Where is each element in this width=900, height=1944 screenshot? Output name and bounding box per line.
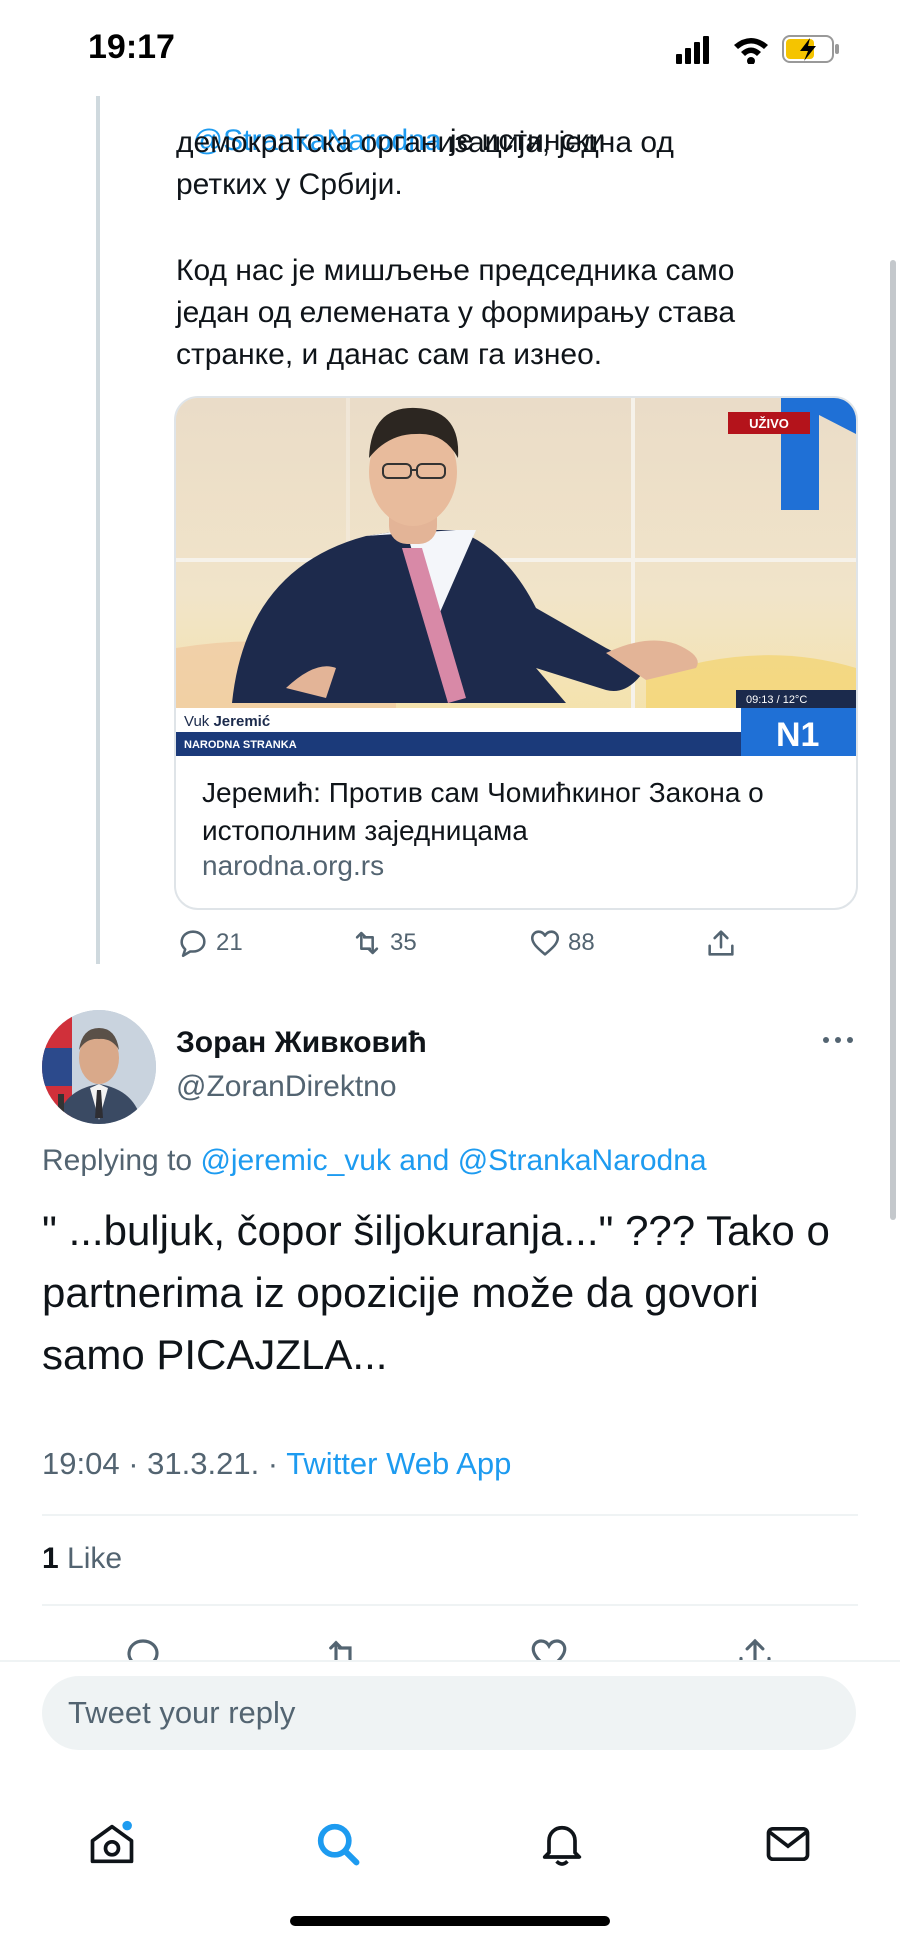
share-icon xyxy=(708,930,734,956)
likes-summary[interactable]: 1 Like xyxy=(42,1542,122,1576)
status-bar: 19:17 xyxy=(0,0,900,96)
quoted-tweet-text-1: демократска организација, једна од ретки… xyxy=(176,126,674,201)
channel-logo: N1 xyxy=(776,716,819,754)
wifi-icon xyxy=(734,38,768,64)
search-icon xyxy=(317,1823,360,1866)
clock-text: 09:13 / 12°C xyxy=(746,694,807,706)
home-indicator xyxy=(290,1916,610,1926)
author-handle[interactable]: @ZoranDirektno xyxy=(176,1070,397,1104)
tab-notifications[interactable] xyxy=(530,1812,594,1876)
replying-user-link-1[interactable]: @jeremic_vuk xyxy=(200,1144,391,1177)
home-icon xyxy=(90,1820,134,1864)
tweet-date: 31.3.21. xyxy=(147,1446,260,1481)
card-title[interactable]: Јеремић: Против сам Чомићкиног Закона о … xyxy=(202,774,842,850)
share-action[interactable] xyxy=(704,926,738,960)
avatar-image xyxy=(42,1010,156,1124)
heart-icon[interactable] xyxy=(528,1634,570,1660)
tweet-text: " ...buljuk, čopor šiljokuranja..." ??? … xyxy=(42,1207,830,1378)
reply-icon xyxy=(180,930,206,958)
likes-label: Like xyxy=(67,1542,123,1575)
link-card[interactable]: UŽIVO Vuk Jeremić NARODNA STRANKA 09:13 … xyxy=(174,396,858,910)
reply-input[interactable] xyxy=(42,1676,856,1750)
heart-icon xyxy=(530,930,560,956)
tv-still-image: UŽIVO Vuk Jeremić NARODNA STRANKA 09:13 … xyxy=(176,398,856,756)
thread-line xyxy=(96,96,100,964)
avatar[interactable] xyxy=(42,1010,156,1124)
like-action[interactable]: 88 xyxy=(528,926,595,960)
battery-charging-icon xyxy=(782,35,839,63)
like-count: 88 xyxy=(568,929,595,956)
author-name[interactable]: Зоран Живковић xyxy=(176,1026,427,1060)
retweet-icon xyxy=(355,931,379,955)
card-domain: narodna.org.rs xyxy=(202,850,385,881)
tweet-source-link[interactable]: Twitter Web App xyxy=(286,1446,511,1481)
replying-to: Replying to @jeremic_vuk and @StrankaNar… xyxy=(42,1144,707,1177)
status-time: 19:17 xyxy=(88,28,175,66)
tweet-timestamp: 19:04 · 31.3.21. · Twitter Web App xyxy=(42,1446,512,1481)
share-icon[interactable] xyxy=(734,1634,776,1660)
tab-messages[interactable] xyxy=(756,1812,820,1876)
scrollbar[interactable] xyxy=(890,260,896,1220)
status-icons xyxy=(676,35,839,64)
tweet-actions-row xyxy=(0,1632,900,1660)
tab-home[interactable] xyxy=(80,1812,144,1876)
retweet-count: 35 xyxy=(390,929,417,956)
tab-search[interactable] xyxy=(306,1812,370,1876)
lower-third-last: Jeremić xyxy=(213,713,270,730)
reply-count: 21 xyxy=(216,929,243,956)
likes-count: 1 xyxy=(42,1542,59,1575)
retweet-icon[interactable] xyxy=(322,1634,364,1660)
cellular-signal-icon xyxy=(676,36,709,64)
messages-icon xyxy=(766,1826,810,1862)
tweet-time: 19:04 xyxy=(42,1446,120,1481)
lower-third-first: Vuk xyxy=(184,713,213,730)
divider xyxy=(42,1604,858,1606)
replying-user-link-2[interactable]: @StrankaNarodna xyxy=(458,1144,707,1177)
retweet-action[interactable]: 35 xyxy=(350,926,417,960)
reply-action[interactable]: 21 xyxy=(176,926,243,960)
svg-text:Vuk Jeremić: Vuk Jeremić xyxy=(184,713,270,730)
reply-icon[interactable] xyxy=(122,1634,164,1660)
more-options-icon[interactable] xyxy=(818,1030,858,1050)
quoted-tweet-text-2: Код нас је мишљење председника само једа… xyxy=(176,254,736,371)
live-badge: UŽIVO xyxy=(749,416,789,431)
notifications-icon xyxy=(542,1825,582,1866)
divider xyxy=(42,1514,858,1516)
card-image: UŽIVO Vuk Jeremić NARODNA STRANKA 09:13 … xyxy=(176,398,856,756)
lower-third-party: NARODNA STRANKA xyxy=(184,739,297,751)
